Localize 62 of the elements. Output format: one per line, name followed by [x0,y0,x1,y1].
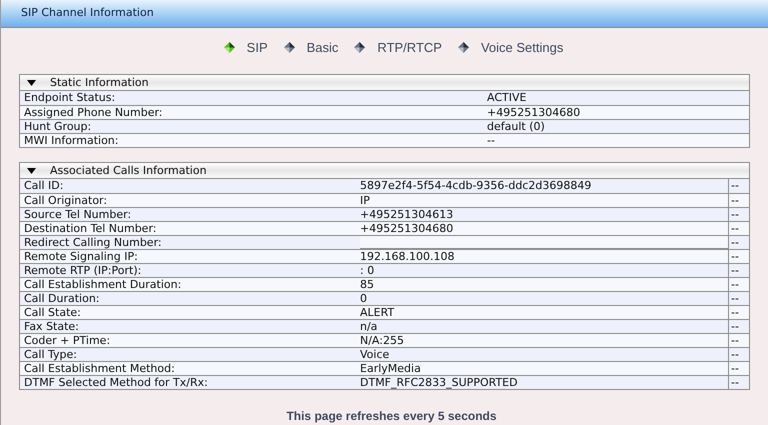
field-label: Call Duration: [24,292,100,305]
table-cell: -- [731,320,739,333]
field-value: +495251304613 [360,208,454,221]
field-label: Fax State: [24,320,79,333]
field-value: ACTIVE [487,91,526,104]
field-value: 0 [360,292,367,305]
field-label: Redirect Calling Number: [24,236,162,249]
field-value: 192.168.100.108 [360,250,454,263]
section-title: Associated Calls Information [50,164,207,177]
field-value: DTMF_RFC2833_SUPPORTED [360,376,518,389]
table-cell: -- [731,250,739,263]
field-label: Remote Signaling IP: [24,250,138,263]
field-label: Assigned Phone Number: [24,106,163,119]
field-value: N/A:255 [360,334,404,347]
field-value: ALERT [360,306,394,319]
table-cell: -- [731,264,739,277]
field-value: +495251304680 [360,222,454,235]
field-value: 5897e2f4-5f54-4cdb-9356-ddc2d3698849 [360,179,592,192]
table-cell: -- [731,306,739,319]
field-value: -- [487,134,495,147]
field-label: DTMF Selected Method for Tx/Rx: [24,376,208,389]
nav-link[interactable]: SIP [246,38,268,58]
field-value: EarlyMedia [360,362,421,375]
field-label: MWI Information: [24,134,118,147]
table-cell: -- [731,194,739,207]
table-cell: -- [731,236,739,249]
nav-link[interactable]: Voice Settings [480,38,564,58]
collapse-icon[interactable] [27,168,36,174]
table-cell: -- [731,292,739,305]
field-label: Call Establishment Method: [24,362,175,375]
field-label: Remote RTP (IP:Port): [24,264,142,277]
field-label: Call Establishment Duration: [24,278,182,291]
table-cell: -- [731,278,739,291]
table-cell: -- [731,179,739,192]
refresh-notice: This page refreshes every 5 seconds [285,408,497,425]
table-cell: -- [731,222,739,235]
field-value: IP [360,194,370,207]
table-cell: -- [731,334,739,347]
nav-link[interactable]: RTP/RTCP [377,38,442,58]
window-title: SIP Channel Information [21,5,154,22]
field-value: +495251304680 [487,106,580,119]
field-value: : 0 [360,264,374,277]
field-label: Call Type: [24,348,78,361]
field-value: n/a [360,320,378,333]
field-value: 85 [360,278,374,291]
table-cell: -- [731,208,739,221]
nav-link[interactable]: Basic [306,38,338,58]
table-cell: -- [731,362,739,375]
field-value: default (0) [487,120,545,133]
field-label: Call Originator: [24,194,108,207]
field-label: Endpoint Status: [24,91,116,104]
collapse-icon[interactable] [27,80,36,86]
field-value: Voice [360,348,390,361]
field-label: Destination Tel Number: [24,222,156,235]
field-label: Hunt Group: [24,120,92,133]
table-cell: -- [731,348,739,361]
table-cell: -- [731,376,739,389]
field-label: Coder + PTime: [24,334,110,347]
section-title: Static Information [50,76,149,89]
field-label: Source Tel Number: [24,208,132,221]
field-label: Call ID: [24,179,64,192]
field-label: Call State: [24,306,81,319]
